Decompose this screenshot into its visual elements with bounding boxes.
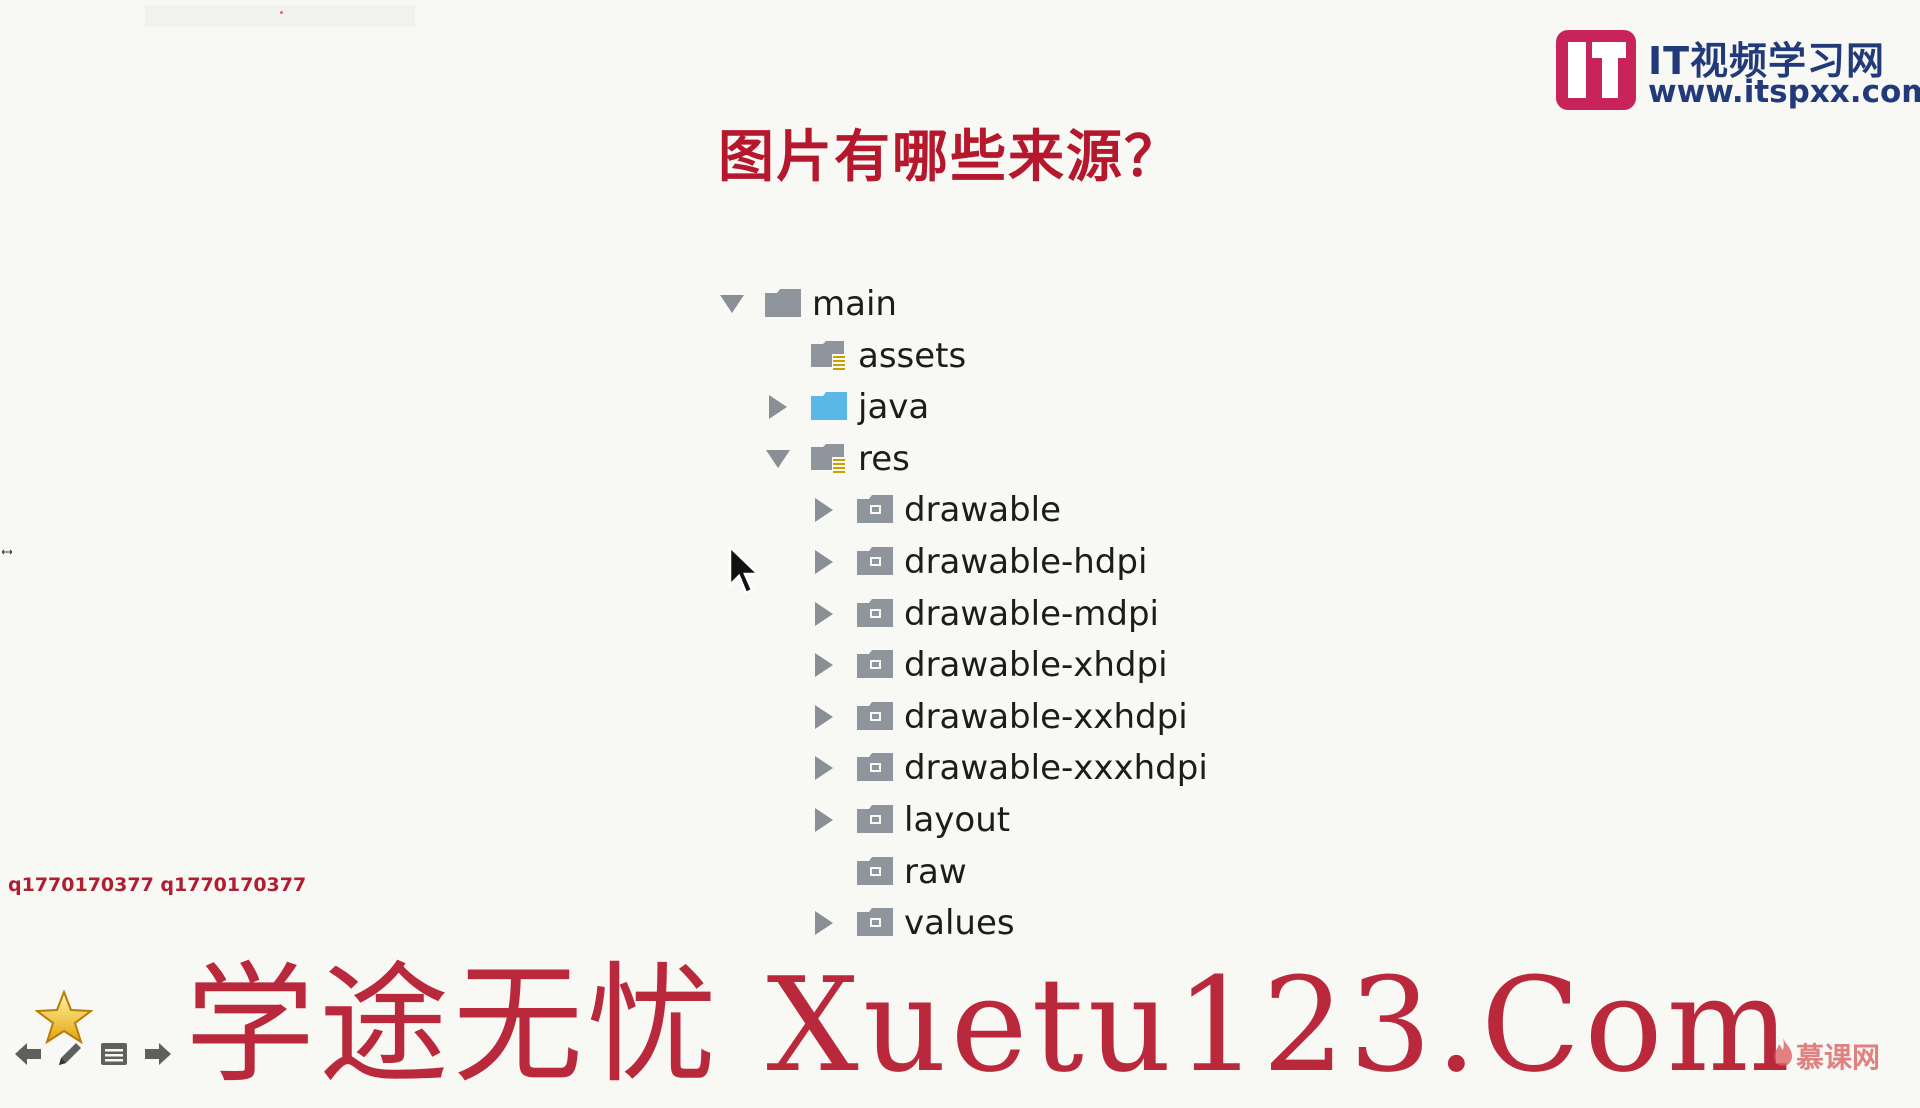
package-folder-icon bbox=[856, 701, 894, 733]
expand-arrow-icon[interactable] bbox=[810, 703, 838, 731]
folder-gray-icon bbox=[764, 288, 802, 320]
tree-row-drawable-mdpi[interactable]: drawable-mdpi bbox=[810, 588, 1159, 640]
package-folder-icon bbox=[856, 546, 894, 578]
tree-row-assets[interactable]: assets bbox=[764, 330, 966, 382]
tree-item-label: drawable-mdpi bbox=[904, 593, 1159, 634]
expand-arrow-icon[interactable] bbox=[810, 600, 838, 628]
tree-item-label: drawable-xxhdpi bbox=[904, 696, 1188, 737]
package-folder-icon bbox=[856, 752, 894, 784]
top-strip-dot bbox=[280, 11, 283, 14]
expand-arrow-icon[interactable] bbox=[810, 496, 838, 524]
tree-row-drawable-xxxhdpi[interactable]: drawable-xxxhdpi bbox=[810, 742, 1208, 794]
tree-item-label: java bbox=[858, 387, 930, 428]
resource-folder-icon bbox=[810, 340, 848, 372]
menu-icon[interactable] bbox=[96, 1038, 132, 1070]
logo-url: www.itspxx.com bbox=[1648, 74, 1920, 110]
star-icon[interactable] bbox=[35, 990, 93, 1044]
back-arrow-icon[interactable] bbox=[10, 1038, 46, 1070]
tree-row-res[interactable]: res bbox=[764, 433, 910, 485]
tree-item-label: drawable-hdpi bbox=[904, 542, 1148, 582]
expand-arrow-icon[interactable] bbox=[810, 754, 838, 782]
expand-arrow-icon[interactable] bbox=[810, 651, 838, 679]
package-folder-icon bbox=[856, 494, 894, 526]
slide-nav bbox=[10, 990, 185, 1075]
corner-brand: 慕课网 bbox=[1772, 1036, 1880, 1076]
source-folder-blue-icon bbox=[810, 391, 848, 423]
logo-badge-icon bbox=[1556, 30, 1636, 110]
package-folder-icon bbox=[856, 804, 894, 836]
resize-handle-icon bbox=[2, 549, 12, 555]
tree-row-java[interactable]: java bbox=[764, 381, 929, 433]
tree-item-label: assets bbox=[858, 335, 967, 376]
corner-brand-label: 慕课网 bbox=[1796, 1041, 1881, 1074]
tree-row-drawable-xxhdpi[interactable]: drawable-xxhdpi bbox=[810, 691, 1188, 743]
mouse-cursor-icon bbox=[728, 545, 762, 595]
slide-title: 图片有哪些来源？ bbox=[718, 125, 1182, 190]
pen-icon[interactable] bbox=[52, 1038, 88, 1070]
package-folder-icon bbox=[856, 649, 894, 681]
expand-arrow-icon[interactable] bbox=[810, 548, 838, 576]
tree-row-drawable[interactable]: drawable bbox=[810, 484, 1061, 536]
package-folder-icon bbox=[856, 856, 894, 888]
tree-item-label: main bbox=[812, 284, 897, 324]
collapse-arrow-icon[interactable] bbox=[764, 445, 792, 473]
resource-folder-icon bbox=[810, 443, 848, 475]
expand-arrow-icon[interactable] bbox=[810, 806, 838, 834]
expand-arrow-icon[interactable] bbox=[764, 393, 792, 421]
tree-row-layout[interactable]: layout bbox=[810, 794, 1010, 846]
tree-item-label: drawable-xxxhdpi bbox=[904, 748, 1208, 789]
tree-row-main[interactable]: main bbox=[718, 278, 897, 330]
site-logo: IT视频学习网 www.itspxx.com bbox=[1556, 30, 1920, 115]
collapse-arrow-icon[interactable] bbox=[718, 290, 746, 318]
forward-arrow-icon[interactable] bbox=[140, 1038, 176, 1070]
package-folder-icon bbox=[856, 598, 894, 630]
tree-item-label: raw bbox=[904, 851, 967, 892]
tree-row-drawable-hdpi[interactable]: drawable-hdpi bbox=[810, 536, 1147, 588]
tree-item-label: drawable-xhdpi bbox=[904, 645, 1168, 686]
tree-item-label: res bbox=[858, 438, 910, 479]
tree-row-drawable-xhdpi[interactable]: drawable-xhdpi bbox=[810, 639, 1168, 691]
qq-contact: q1770170377 q1770170377 bbox=[8, 874, 307, 896]
tree-item-label: drawable bbox=[904, 490, 1061, 531]
tree-row-raw[interactable]: raw bbox=[810, 846, 967, 898]
top-strip bbox=[145, 5, 415, 27]
flame-icon bbox=[1774, 1038, 1792, 1066]
slide: IT视频学习网 www.itspxx.com 图片有哪些来源？ main asse… bbox=[0, 0, 1920, 1101]
tree-item-label: layout bbox=[904, 800, 1011, 840]
